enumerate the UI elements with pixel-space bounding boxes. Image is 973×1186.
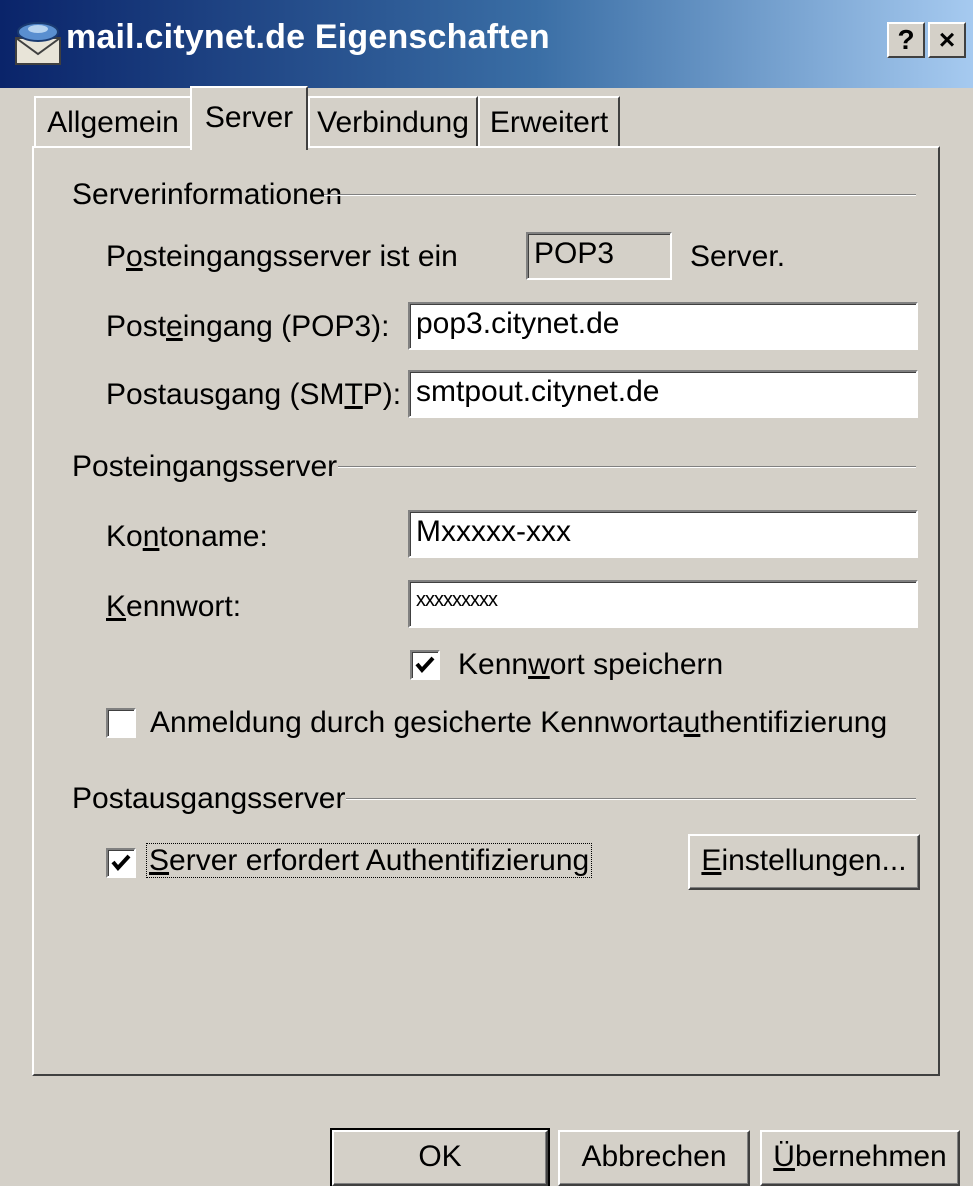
password-label: Kennwort: bbox=[106, 590, 242, 623]
remember-password-label: Kennwort speichern bbox=[458, 648, 724, 681]
account-name-input[interactable]: Mxxxxx-xxx bbox=[408, 510, 918, 558]
apply-button[interactable]: Übernehmen bbox=[760, 1130, 960, 1186]
incoming-type-field: POP3 bbox=[526, 232, 672, 280]
incoming-type-suffix: Server. bbox=[690, 240, 786, 273]
tab-server[interactable]: Server bbox=[190, 86, 308, 150]
window-title: mail.citynet.de Eigenschaften bbox=[66, 18, 550, 56]
auth-required-label: Server erfordert Authentifizierung bbox=[146, 843, 593, 878]
group-label-incoming-server: Posteingangsserver bbox=[72, 450, 338, 483]
group-label-server-info: Serverinformationen bbox=[72, 178, 343, 211]
ok-button[interactable]: OK bbox=[330, 1128, 550, 1186]
help-button[interactable]: ? bbox=[887, 22, 925, 58]
outgoing-server-label: Postausgang (SMTP): bbox=[106, 378, 402, 411]
settings-button[interactable]: Einstellungen... bbox=[688, 834, 920, 890]
group-divider bbox=[338, 466, 916, 468]
outgoing-server-input[interactable]: smtpout.citynet.de bbox=[408, 370, 918, 418]
close-button[interactable]: × bbox=[928, 22, 966, 58]
title-bar[interactable]: mail.citynet.de Eigenschaften ? × bbox=[0, 0, 973, 90]
mail-account-icon bbox=[14, 20, 64, 66]
incoming-server-input[interactable]: pop3.citynet.de bbox=[408, 302, 918, 350]
password-input[interactable]: xxxxxxxxx bbox=[408, 580, 918, 628]
incoming-server-label: Posteingang (POP3): bbox=[106, 310, 390, 343]
tab-allgemein[interactable]: Allgemein bbox=[34, 96, 192, 148]
tab-erweitert[interactable]: Erweitert bbox=[478, 96, 620, 148]
cancel-button[interactable]: Abbrechen bbox=[558, 1130, 750, 1186]
checkmark-icon bbox=[415, 656, 435, 674]
group-divider bbox=[324, 194, 916, 196]
incoming-type-label: Posteingangsserver ist ein bbox=[106, 240, 458, 273]
tab-verbindung[interactable]: Verbindung bbox=[308, 96, 478, 148]
spa-label: Anmeldung durch gesicherte Kennwortauthe… bbox=[150, 706, 888, 739]
group-divider bbox=[346, 798, 916, 800]
group-label-outgoing-server: Postausgangsserver bbox=[72, 782, 346, 815]
account-name-label: Kontoname: bbox=[106, 520, 268, 553]
checkmark-icon bbox=[111, 854, 131, 872]
spa-checkbox[interactable] bbox=[106, 708, 136, 738]
remember-password-checkbox[interactable] bbox=[410, 650, 440, 680]
auth-required-checkbox[interactable] bbox=[106, 848, 136, 878]
